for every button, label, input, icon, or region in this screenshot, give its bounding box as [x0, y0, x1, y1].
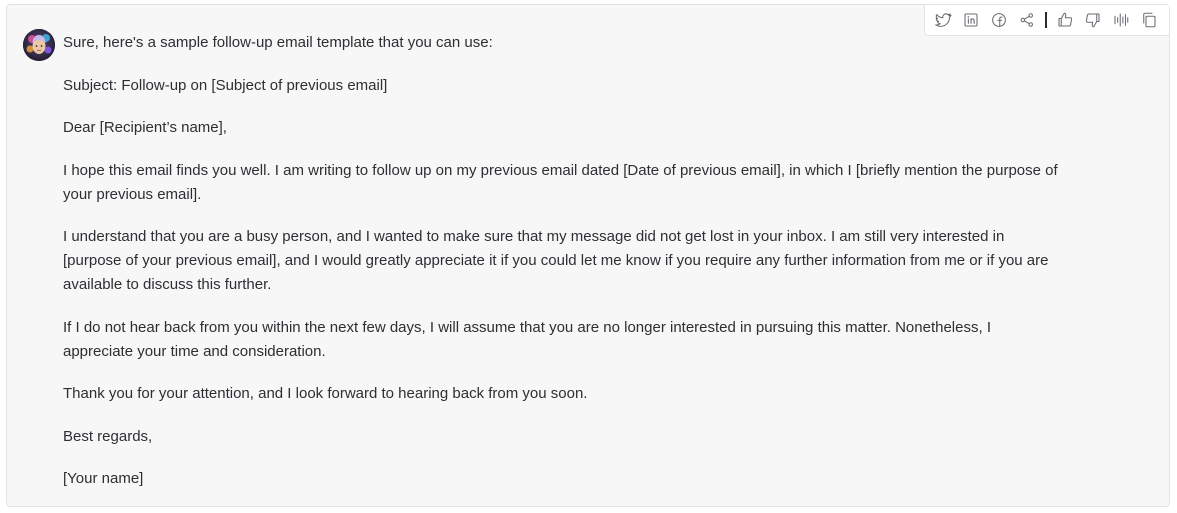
message-paragraph: I hope this email finds you well. I am w… [63, 161, 1058, 203]
message-paragraph: Best regards, [63, 427, 153, 445]
share-icon [1020, 13, 1033, 27]
thumbs-down-icon [1085, 13, 1100, 28]
read-aloud-button[interactable] [1107, 5, 1135, 35]
facebook-icon [992, 13, 1006, 27]
copy-button[interactable] [1135, 5, 1163, 35]
thumbs-up-icon [1058, 12, 1073, 27]
message-paragraph: Sure, here's a sample follow-up email te… [63, 34, 493, 51]
assistant-avatar [23, 29, 55, 61]
avatar-face-icon [23, 29, 55, 61]
audio-waveform-icon [1114, 13, 1129, 27]
twitter-icon [935, 13, 952, 27]
message-paragraph: Thank you for your attention, and I look… [63, 385, 588, 402]
toolbar-divider [1045, 12, 1047, 28]
copy-icon [1143, 12, 1156, 28]
message-paragraph: Subject: Follow-up on [Subject of previo… [63, 76, 388, 94]
message-paragraph: I understand that you are a busy person,… [63, 228, 1049, 293]
linkedin-icon [964, 13, 978, 27]
message-paragraph: [Your name] [63, 470, 144, 487]
thumbs-down-button[interactable] [1079, 5, 1107, 35]
message-content: Sure, here's a sample follow-up email te… [63, 31, 1063, 510]
assistant-message-card: Sure, here's a sample follow-up email te… [6, 4, 1170, 507]
message-paragraph: If I do not hear back from you within th… [63, 318, 991, 360]
message-paragraph: Dear [Recipient’s name], [63, 119, 227, 136]
